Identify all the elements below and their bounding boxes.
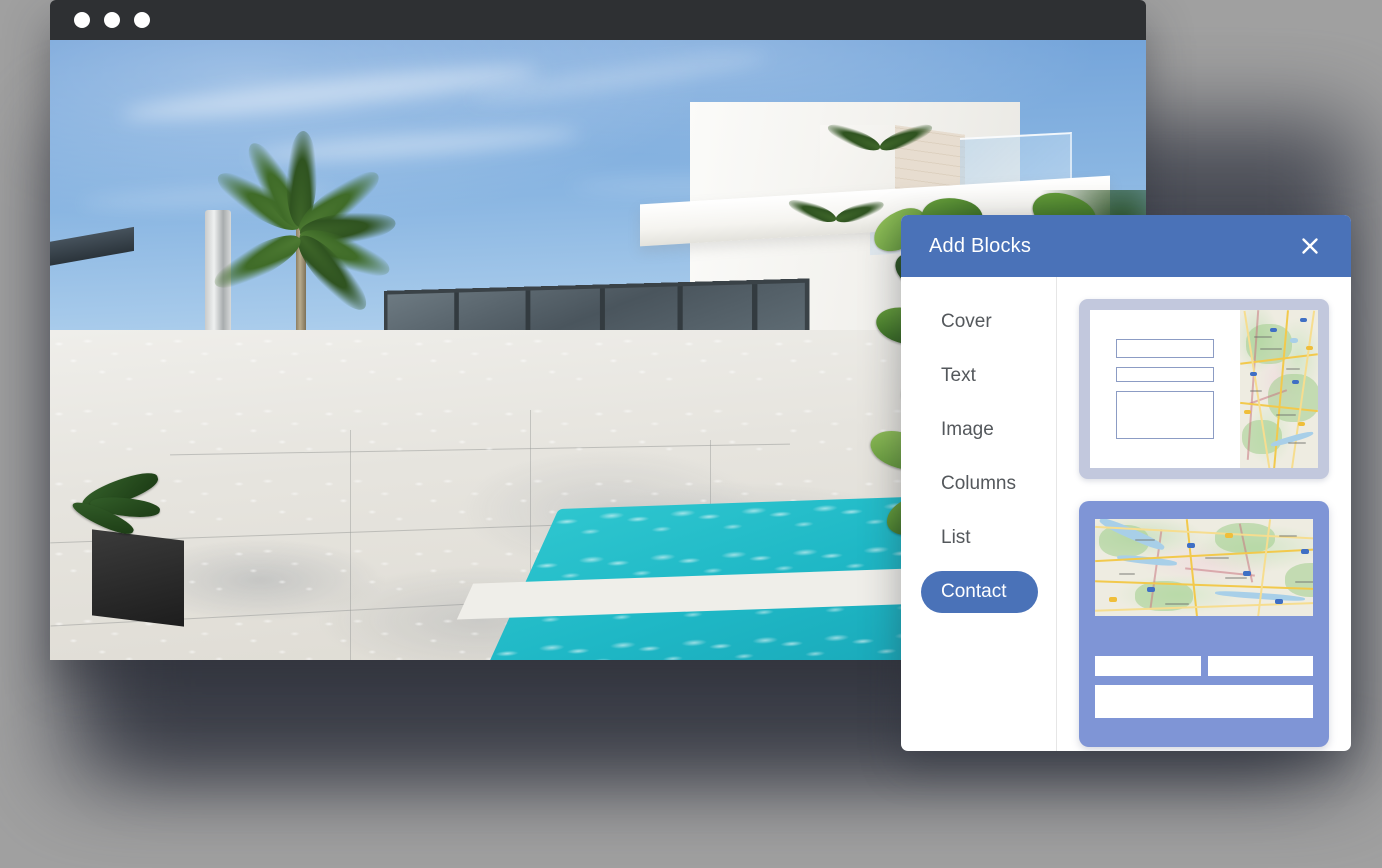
- preview-name-field: [1116, 339, 1214, 358]
- map-thumbnail-horizontal: [1095, 519, 1313, 616]
- preview-inner: [1090, 310, 1318, 468]
- preview-email-field: [1207, 656, 1313, 676]
- block-preview-list: [1057, 277, 1351, 751]
- preview-form-fields: [1090, 310, 1240, 468]
- preview-email-field: [1116, 367, 1214, 382]
- browser-titlebar: [50, 0, 1146, 40]
- preview-field-row: [1095, 656, 1313, 676]
- sidebar-item-list[interactable]: List: [901, 517, 1038, 559]
- preview-name-field: [1095, 656, 1201, 676]
- sidebar-item-cover[interactable]: Cover: [901, 301, 1038, 343]
- sidebar-item-contact[interactable]: Contact: [921, 571, 1038, 613]
- block-type-nav: Cover Text Image Columns List Contact: [901, 277, 1057, 751]
- dialog-header: Add Blocks: [901, 215, 1351, 277]
- preview-contact-layout-light[interactable]: [1079, 299, 1329, 479]
- sidebar-item-label: List: [941, 527, 971, 548]
- sidebar-item-image[interactable]: Image: [901, 409, 1038, 451]
- map-thumbnail-vertical: [1240, 310, 1318, 468]
- sidebar-item-label: Columns: [941, 473, 1016, 494]
- window-close-dot[interactable]: [74, 12, 90, 28]
- add-blocks-dialog: Add Blocks Cover Text Image Columns List: [901, 215, 1351, 751]
- close-icon[interactable]: [1295, 231, 1325, 261]
- sidebar-item-text[interactable]: Text: [901, 355, 1038, 397]
- dark-planter: [92, 529, 184, 627]
- dialog-body: Cover Text Image Columns List Contact: [901, 277, 1351, 751]
- sidebar-item-label: Text: [941, 365, 976, 386]
- sidebar-item-label: Contact: [941, 581, 1007, 602]
- window-maximize-dot[interactable]: [134, 12, 150, 28]
- window-minimize-dot[interactable]: [104, 12, 120, 28]
- sidebar-item-label: Image: [941, 419, 994, 440]
- preview-contact-layout-blue[interactable]: [1079, 501, 1329, 747]
- sidebar-item-columns[interactable]: Columns: [901, 463, 1038, 505]
- sidebar-item-label: Cover: [941, 311, 992, 332]
- preview-message-field: [1095, 685, 1313, 718]
- preview-message-field: [1116, 391, 1214, 439]
- dialog-title: Add Blocks: [929, 234, 1032, 257]
